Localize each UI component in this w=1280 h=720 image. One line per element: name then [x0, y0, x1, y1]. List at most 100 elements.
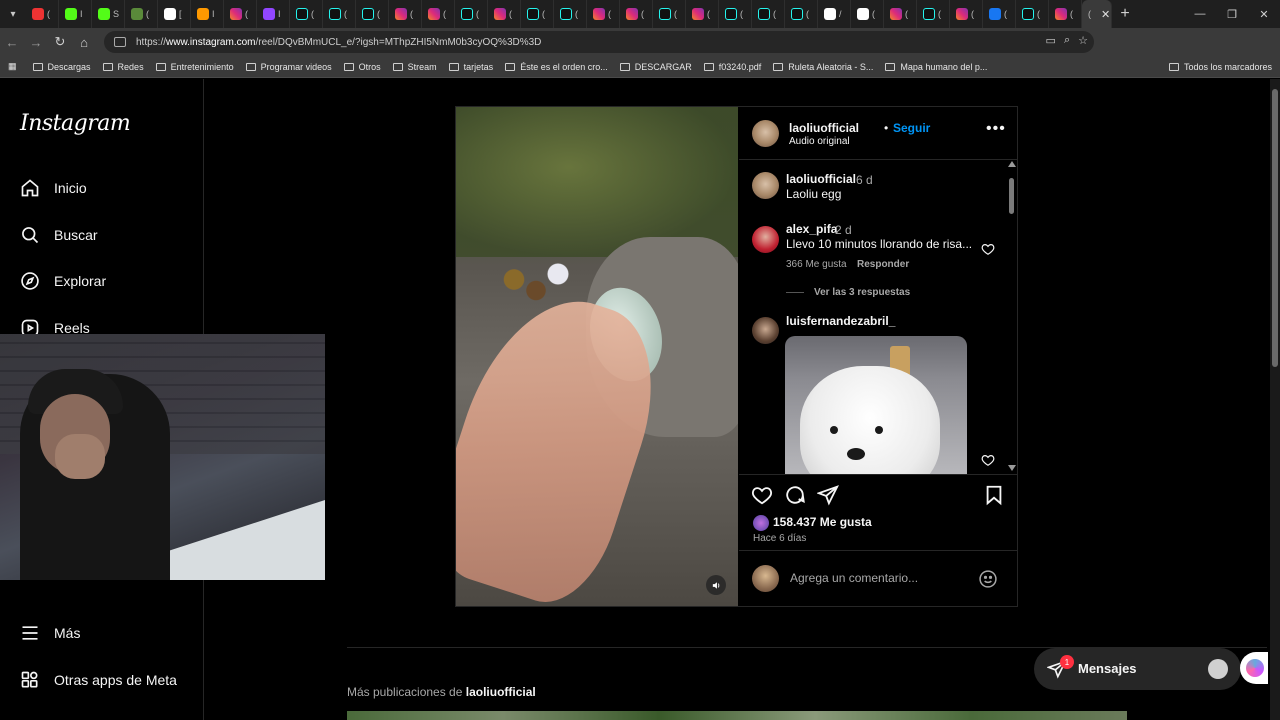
meta-ai-button[interactable]: [1240, 652, 1268, 684]
zoom-icon[interactable]: ⌕: [1064, 34, 1070, 47]
bookmark-item[interactable]: Mapa humano del p...: [885, 62, 987, 72]
emoji-icon[interactable]: [978, 569, 998, 589]
browser-tab[interactable]: (: [521, 0, 554, 28]
caption-avatar[interactable]: [752, 172, 779, 199]
home-browser-icon[interactable]: ⌂: [72, 28, 96, 56]
nav-otras-apps[interactable]: Otras apps de Meta: [20, 670, 177, 690]
browser-tab[interactable]: (: [950, 0, 983, 28]
browser-tab[interactable]: (: [455, 0, 488, 28]
browser-tab[interactable]: (: [389, 0, 422, 28]
browser-tab[interactable]: (: [851, 0, 884, 28]
comment-like-heart-icon[interactable]: [981, 242, 995, 256]
audio-label[interactable]: Audio original: [789, 136, 850, 147]
nav-explorar[interactable]: Explorar: [20, 271, 106, 291]
bookmark-item[interactable]: Descargas: [32, 62, 91, 72]
bookmark-item[interactable]: Otros: [343, 62, 381, 72]
close-window-icon[interactable]: ✕: [1248, 0, 1280, 28]
reload-icon[interactable]: ↻: [48, 28, 72, 56]
browser-tab[interactable]: (: [653, 0, 686, 28]
share-icon[interactable]: [817, 484, 839, 506]
browser-tab[interactable]: (: [752, 0, 785, 28]
url-bar[interactable]: https://www.instagram.com/reel/DQvBMmUCL…: [104, 31, 1094, 53]
comment-icon[interactable]: [784, 484, 806, 506]
comment-image[interactable]: [785, 336, 967, 474]
browser-tab[interactable]: (: [884, 0, 917, 28]
reel-video[interactable]: [456, 107, 738, 606]
messages-button[interactable]: 1 Mensajes: [1034, 648, 1241, 690]
forward-icon[interactable]: →: [24, 28, 48, 56]
browser-tab[interactable]: [: [158, 0, 191, 28]
bookmark-item[interactable]: DESCARGAR: [619, 62, 692, 72]
browser-tab[interactable]: I: [257, 0, 290, 28]
more-options-icon[interactable]: •••: [986, 120, 1006, 138]
browser-tab[interactable]: /: [818, 0, 851, 28]
browser-tab[interactable]: (: [323, 0, 356, 28]
save-bookmark-icon[interactable]: [983, 484, 1005, 506]
browser-tab[interactable]: (: [1049, 0, 1082, 28]
instagram-logo[interactable]: Instagram: [20, 111, 131, 136]
nav-buscar[interactable]: Buscar: [20, 225, 98, 245]
back-icon[interactable]: ←: [0, 28, 24, 56]
nav-mas[interactable]: Más: [20, 623, 80, 643]
bookmark-item[interactable]: Entretenimiento: [155, 62, 234, 72]
browser-tab[interactable]: (: [26, 0, 59, 28]
browser-tab[interactable]: (: [719, 0, 752, 28]
browser-tab[interactable]: I: [191, 0, 224, 28]
nav-inicio[interactable]: Inicio: [20, 178, 87, 198]
scroll-down-arrow[interactable]: [1008, 465, 1016, 471]
browser-tab[interactable]: S: [92, 0, 125, 28]
browser-tab[interactable]: (: [587, 0, 620, 28]
author-username[interactable]: laoliuofficial: [789, 121, 859, 135]
browser-tab[interactable]: (: [686, 0, 719, 28]
volume-button[interactable]: [706, 575, 726, 595]
more-posts-thumbnails[interactable]: [347, 711, 1127, 720]
minimize-icon[interactable]: —: [1184, 0, 1216, 28]
comments-scrollbar[interactable]: [1009, 178, 1014, 214]
restore-icon[interactable]: ❐: [1216, 0, 1248, 28]
more-posts-username[interactable]: laoliuofficial: [466, 685, 536, 699]
browser-tab[interactable]: (: [1016, 0, 1049, 28]
browser-tab[interactable]: (: [224, 0, 257, 28]
caption-username[interactable]: laoliuofficial: [786, 172, 856, 186]
commenter-avatar[interactable]: [752, 226, 779, 253]
browser-tab[interactable]: (: [422, 0, 455, 28]
browser-tab[interactable]: (: [620, 0, 653, 28]
reply-button[interactable]: Responder: [857, 259, 909, 270]
bookmark-item[interactable]: Redes: [102, 62, 144, 72]
browser-tab[interactable]: (: [488, 0, 521, 28]
tab-active[interactable]: ( ✕: [1082, 0, 1112, 28]
apps-grid-icon[interactable]: ▦: [8, 61, 17, 72]
view-replies-button[interactable]: Ver las 3 respuestas: [814, 287, 910, 298]
commenter-username[interactable]: alex_pifa: [786, 222, 837, 236]
browser-tab[interactable]: (: [554, 0, 587, 28]
commenter-username[interactable]: luisfernandezabril_: [786, 314, 895, 328]
likes-count[interactable]: 158.437 Me gusta: [773, 515, 872, 529]
comment-likes-count[interactable]: 366 Me gusta: [786, 259, 847, 270]
bookmark-star-icon[interactable]: ☆: [1078, 34, 1088, 47]
author-avatar[interactable]: [752, 120, 779, 147]
browser-tab[interactable]: (: [785, 0, 818, 28]
like-heart-icon[interactable]: [751, 484, 773, 506]
scroll-up-arrow[interactable]: [1008, 161, 1016, 167]
follow-button[interactable]: Seguir: [893, 121, 930, 135]
bookmark-item[interactable]: f03240.pdf: [703, 62, 761, 72]
close-tab-icon[interactable]: ✕: [1101, 8, 1110, 21]
comment-input[interactable]: Agrega un comentario...: [790, 571, 918, 585]
browser-tab[interactable]: (: [983, 0, 1016, 28]
tab-search-chevron-icon[interactable]: ▾: [0, 0, 26, 28]
bookmark-item[interactable]: Éste es el orden cro...: [505, 62, 608, 72]
install-app-icon[interactable]: ▭: [1046, 34, 1056, 47]
browser-tab[interactable]: I: [59, 0, 92, 28]
browser-tab[interactable]: (: [125, 0, 158, 28]
browser-tab[interactable]: (: [356, 0, 389, 28]
all-bookmarks[interactable]: Todos los marcadores: [1168, 56, 1272, 78]
new-tab-button[interactable]: +: [1112, 0, 1138, 28]
bookmark-item[interactable]: tarjetas: [448, 62, 493, 72]
bookmark-item[interactable]: Ruleta Aleatoria - S...: [773, 62, 873, 72]
page-scrollbar[interactable]: [1270, 79, 1280, 720]
bookmark-item[interactable]: Stream: [392, 62, 437, 72]
browser-tab[interactable]: (: [917, 0, 950, 28]
browser-tab[interactable]: (: [290, 0, 323, 28]
commenter-avatar[interactable]: [752, 317, 779, 344]
bookmark-item[interactable]: Programar videos: [245, 62, 332, 72]
